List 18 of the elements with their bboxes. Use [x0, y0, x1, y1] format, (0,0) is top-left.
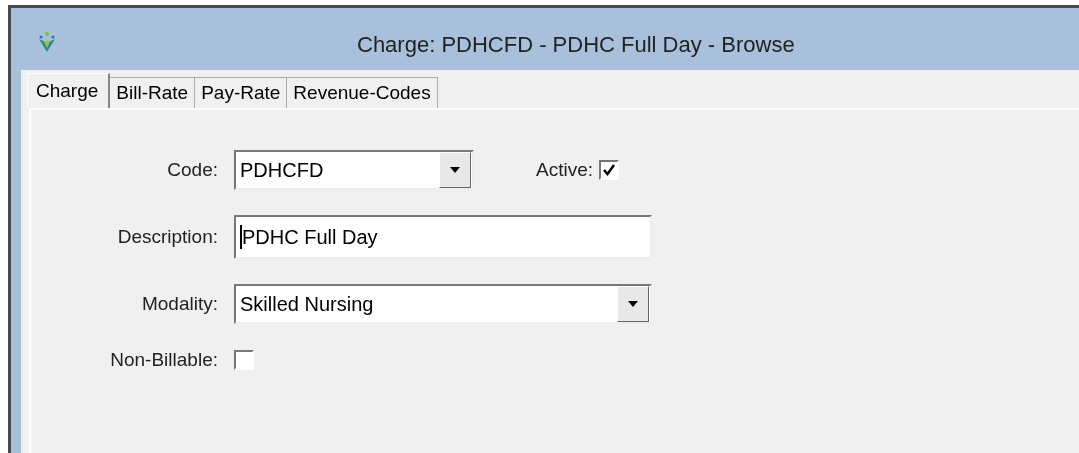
tab[interactable]: Bill-Rate — [110, 77, 196, 108]
tab[interactable]: Charge — [27, 73, 111, 108]
window-title: Charge: PDHCFD - PDHC Full Day - Browse — [357, 32, 795, 58]
dropdown-arrow-icon — [628, 301, 638, 307]
code-dropdown[interactable]: PDHCFD — [234, 150, 474, 190]
field-label: Modality: — [140, 293, 218, 315]
field-label: Code: — [166, 159, 218, 181]
dropdown-arrow-icon — [450, 167, 460, 173]
people-logo-icon — [39, 32, 55, 52]
tab[interactable]: Pay-Rate — [195, 77, 288, 108]
field-label: Description: — [116, 226, 218, 248]
active-checkbox[interactable] — [599, 160, 620, 180]
field-label: Non-Billable: — [109, 349, 218, 371]
modality-dropdown[interactable]: Skilled Nursing — [234, 284, 652, 324]
field-label: Active: — [536, 159, 594, 181]
tab[interactable]: Revenue-Codes — [287, 77, 438, 108]
description-field[interactable]: PDHC Full Day — [234, 215, 652, 259]
non-billable-checkbox[interactable] — [234, 350, 254, 370]
